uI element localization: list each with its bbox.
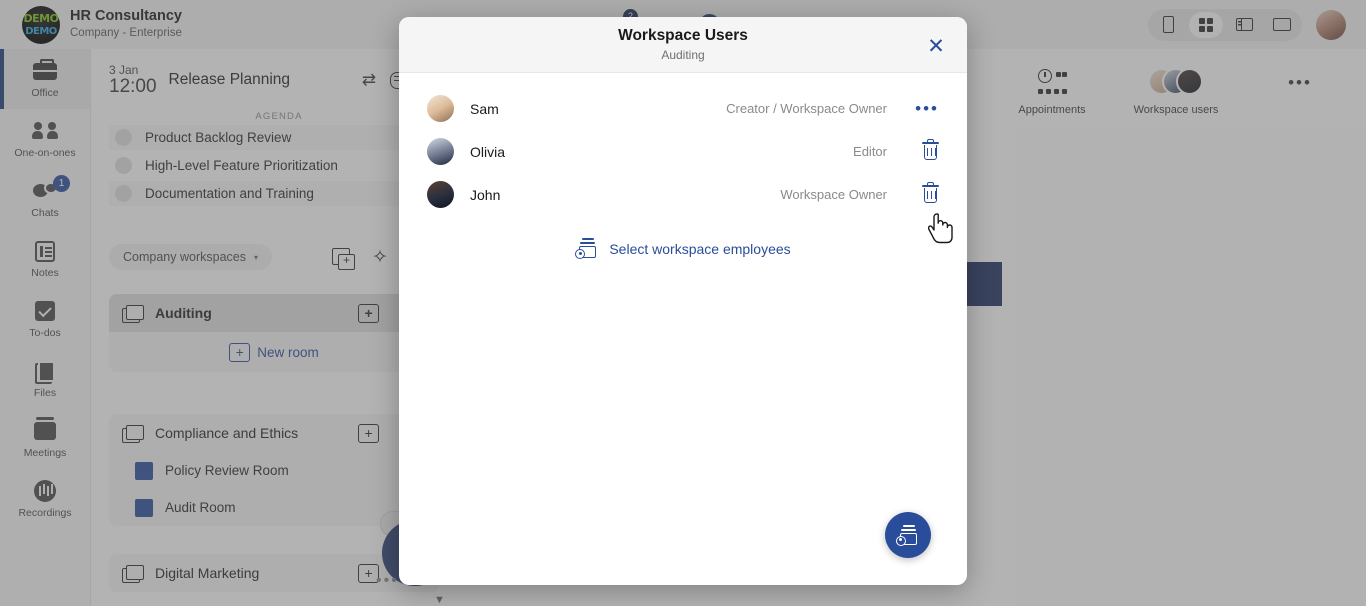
modal-subtitle: Auditing [661,48,704,62]
modal-body: Sam Creator / Workspace Owner ••• Olivia… [399,73,967,259]
user-actions: ••• [887,100,939,117]
user-role: Editor [853,144,887,159]
modal-title: Workspace Users [618,27,748,45]
avatar [427,95,454,122]
user-actions [887,185,939,204]
add-employees-fab[interactable] [885,512,931,558]
employee-card-icon [575,238,599,259]
avatar [427,181,454,208]
close-icon[interactable]: ✕ [923,33,949,59]
user-name: Sam [470,101,499,117]
user-list-item-john[interactable]: John Workspace Owner [427,173,939,216]
delete-user-icon[interactable] [922,185,939,204]
user-list-item-sam[interactable]: Sam Creator / Workspace Owner ••• [427,87,939,130]
employee-card-icon [896,525,920,546]
user-role: Workspace Owner [780,187,887,202]
user-name: John [470,187,500,203]
select-workspace-employees-label: Select workspace employees [609,241,790,257]
user-list-item-olivia[interactable]: Olivia Editor [427,130,939,173]
app-root: DEMO DEMO HR Consultancy Company - Enter… [0,0,1366,606]
mouse-cursor-pointer [928,212,958,248]
avatar [427,138,454,165]
modal-header: Workspace Users Auditing ✕ [399,17,967,73]
user-name: Olivia [470,144,505,160]
user-role: Creator / Workspace Owner [726,101,887,116]
user-more-icon[interactable]: ••• [915,100,939,117]
select-workspace-employees-button[interactable]: Select workspace employees [427,238,939,259]
delete-user-icon[interactable] [922,142,939,161]
workspace-users-modal: Workspace Users Auditing ✕ Sam Creator /… [399,17,967,585]
user-actions [887,142,939,161]
